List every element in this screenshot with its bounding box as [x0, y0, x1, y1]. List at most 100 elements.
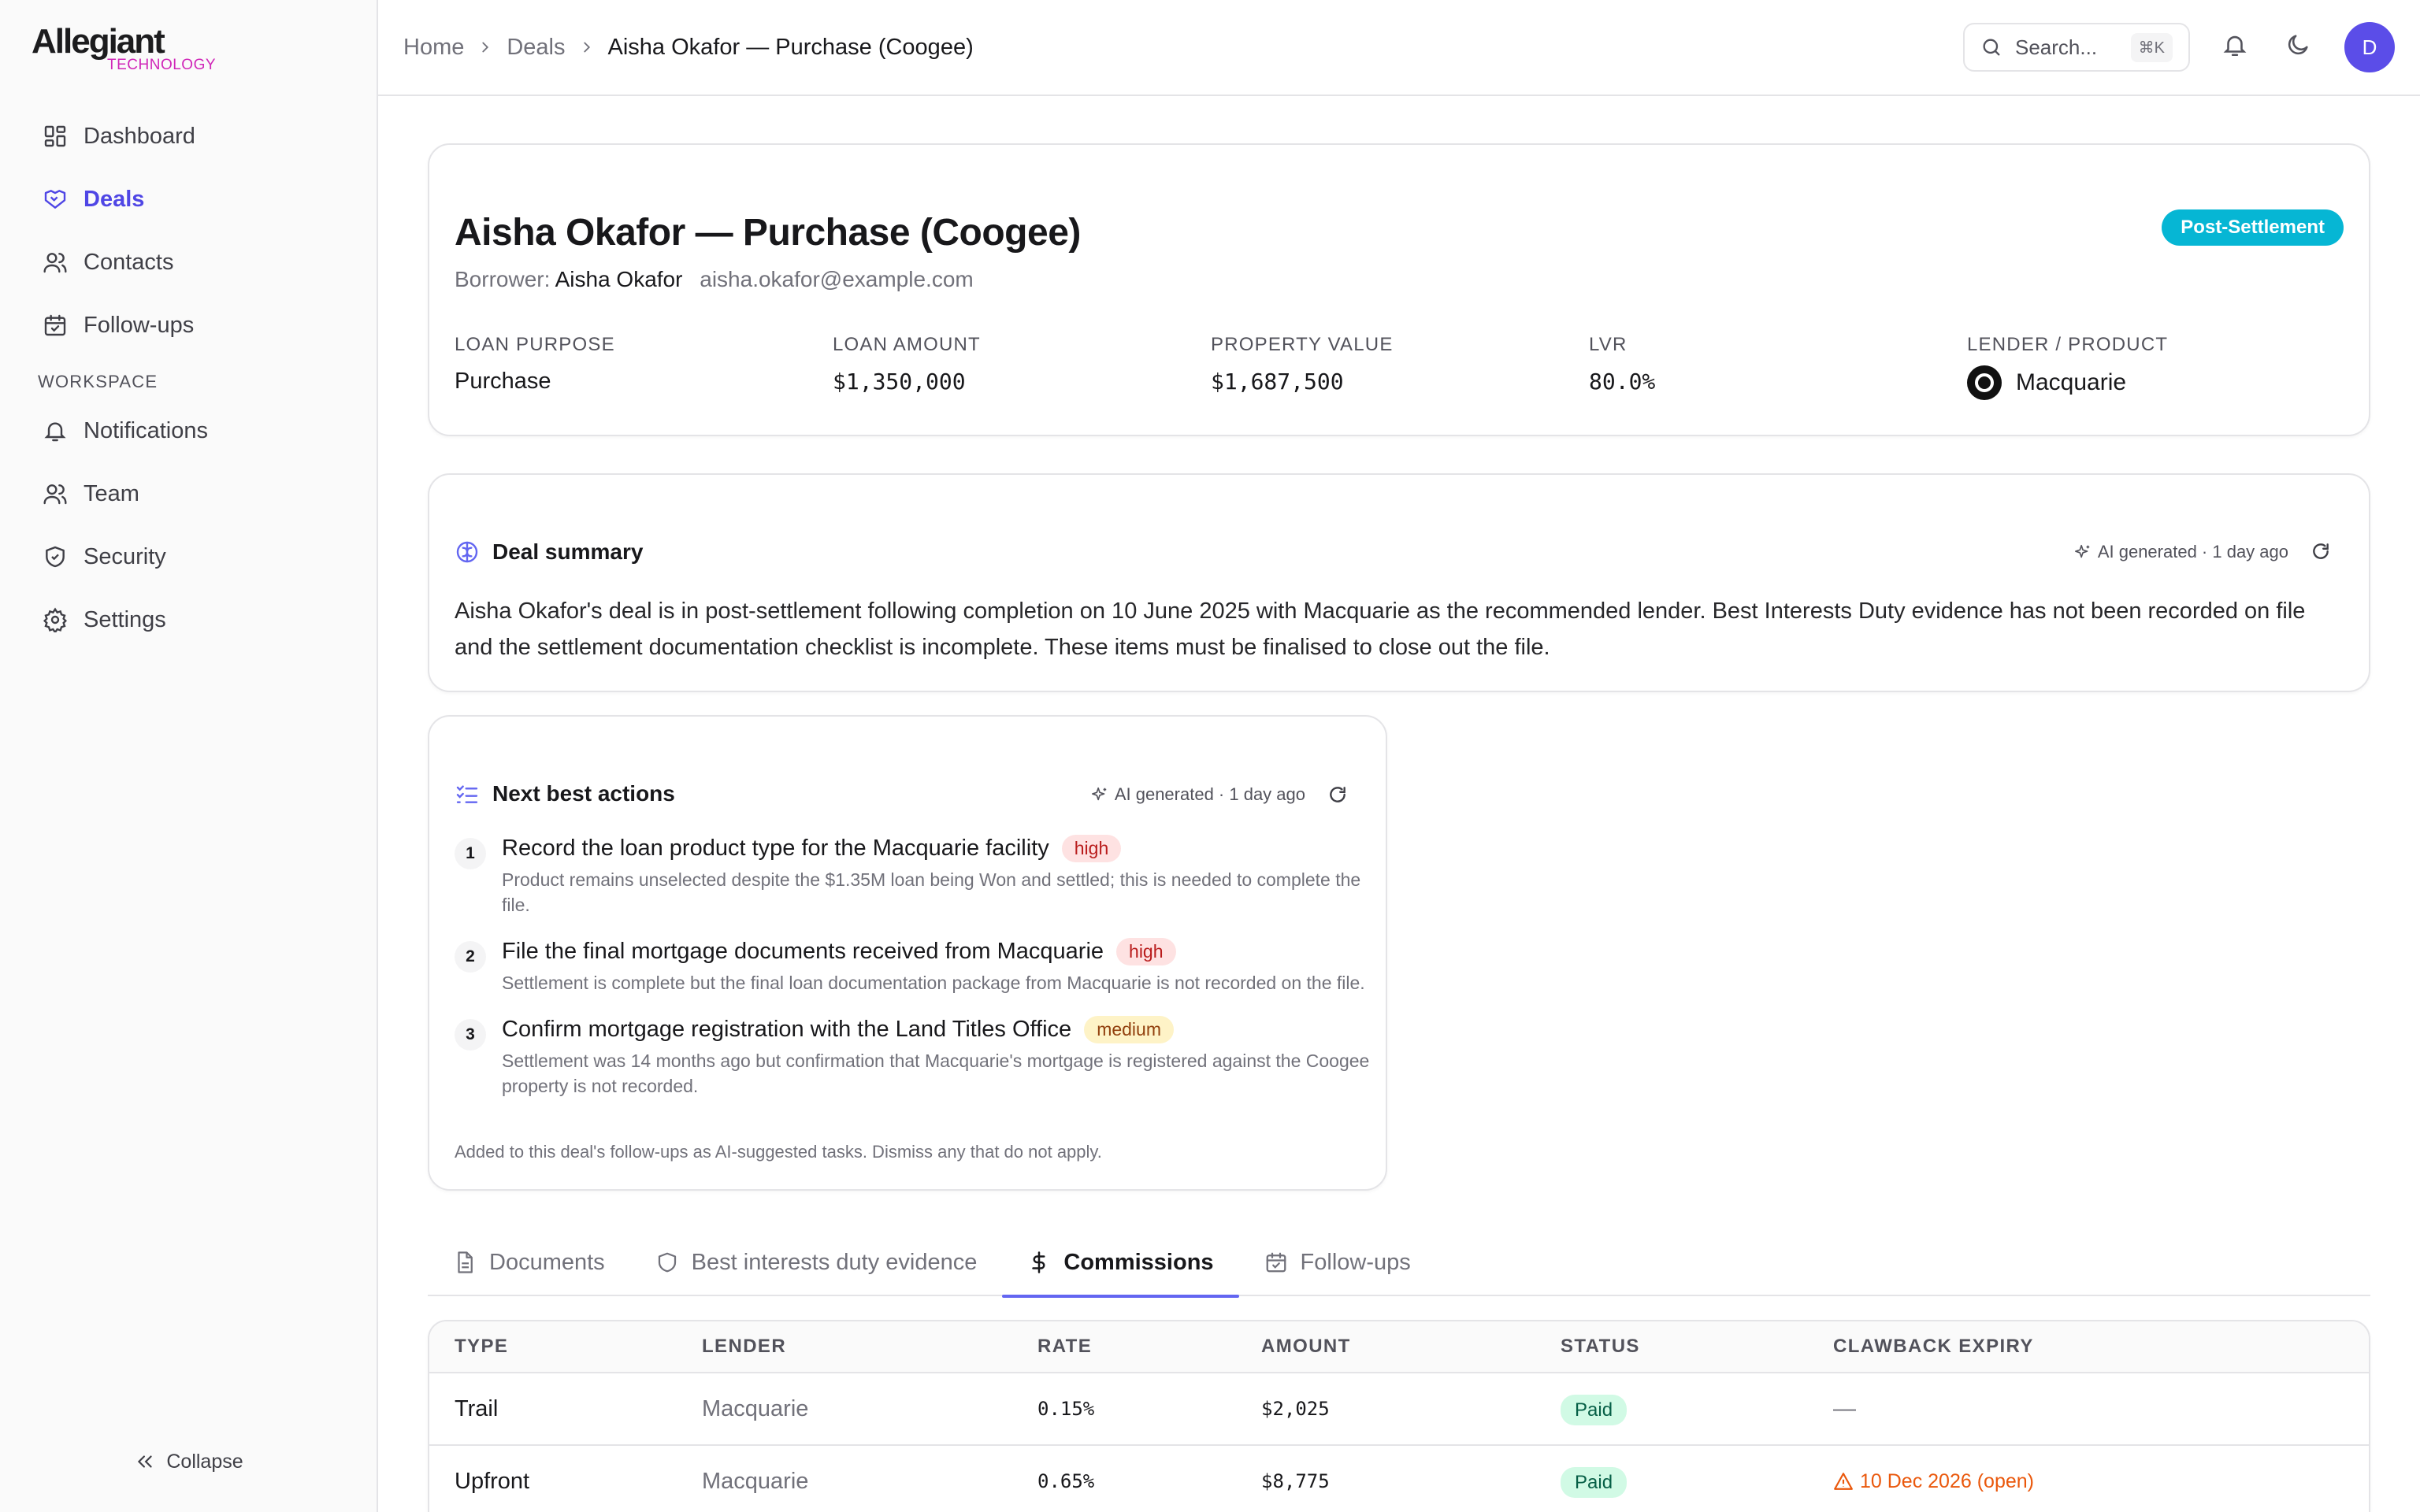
list-item[interactable]: 1 Record the loan product type for the M… — [455, 835, 1368, 917]
nba-heading: Next best actions — [455, 781, 675, 806]
topbar-actions: Search... ⌘K D — [1963, 22, 2395, 72]
tab-documents[interactable]: Documents — [428, 1228, 630, 1296]
col-lender: LENDER — [702, 1336, 787, 1357]
sidebar-item-label: Team — [84, 480, 139, 506]
chevron-right-icon — [482, 42, 489, 53]
metric-property-value: PROPERTY VALUE $1,687,500 — [1211, 334, 1589, 400]
sidebar-item-label: Follow-ups — [84, 312, 195, 338]
summary-title: Deal summary — [492, 539, 644, 564]
ai-meta-text: AI generated · 1 day ago — [2097, 542, 2288, 561]
sidebar-item-deals[interactable]: Deals — [32, 173, 347, 225]
status-badge: Post-Settlement — [2162, 209, 2344, 246]
table-row[interactable]: Upfront Macquarie 0.65% $8,775 Paid 10 D… — [429, 1446, 2369, 1512]
list-item[interactable]: 3 Confirm mortgage registration with the… — [455, 1016, 1369, 1099]
refresh-icon[interactable] — [2311, 541, 2331, 561]
sidebar-item-label: Notifications — [84, 417, 208, 443]
sidebar-item-follow-ups[interactable]: Follow-ups — [32, 299, 347, 351]
chevrons-left-icon — [138, 1455, 153, 1468]
commissions-table: TYPE LENDER RATE AMOUNT STATUS CLAWBACK … — [428, 1320, 2370, 1512]
cell-amount: $8,775 — [1261, 1470, 1330, 1492]
metric-value: Purchase — [455, 369, 551, 394]
metric-label: LOAN AMOUNT — [833, 334, 981, 355]
sparkles-icon — [1091, 787, 1107, 801]
metric-label: LENDER / PRODUCT — [1967, 334, 2169, 355]
calendar-check-icon — [44, 314, 66, 336]
shield-icon — [46, 546, 65, 568]
logo-wordmark: Allegiant — [32, 22, 165, 61]
clawback-text: 10 Dec 2026 (open) — [1860, 1469, 2034, 1492]
search-input[interactable]: Search... ⌘K — [1963, 23, 2190, 72]
tab-best-interests-duty[interactable]: Best interests duty evidence — [630, 1228, 1003, 1296]
brain-icon — [456, 541, 478, 563]
sidebar-item-notifications[interactable]: Notifications — [32, 405, 347, 457]
col-clawback-expiry: CLAWBACK EXPIRY — [1833, 1336, 2034, 1357]
theme-toggle-button[interactable] — [2285, 32, 2316, 63]
sidebar: Allegiant TECHNOLOGY Dashboard Deals Con… — [0, 0, 378, 1512]
status-badge: Paid — [1561, 1466, 1628, 1498]
workspace-section-label: WORKSPACE — [38, 372, 158, 391]
sidebar-item-settings[interactable]: Settings — [32, 594, 347, 646]
logo-tagline: TECHNOLOGY — [107, 57, 217, 73]
cell-clawback: — — [1833, 1395, 1856, 1421]
contacts-icon — [43, 253, 67, 273]
tab-follow-ups[interactable]: Follow-ups — [1239, 1228, 1436, 1296]
search-icon — [1983, 39, 2000, 56]
next-best-actions-card: Next best actions AI generated · 1 day a… — [428, 715, 1387, 1191]
sidebar-item-contacts[interactable]: Contacts — [32, 236, 347, 288]
cell-type: Trail — [455, 1395, 499, 1421]
cell-clawback: 10 Dec 2026 (open) — [1833, 1470, 2369, 1493]
summary-heading: Deal summary — [455, 539, 643, 565]
sidebar-item-team[interactable]: Team — [32, 468, 347, 520]
priority-badge: high — [1116, 938, 1176, 965]
refresh-icon[interactable] — [1327, 784, 1348, 805]
nba-item-title: Record the loan product type for the Mac… — [502, 835, 1384, 862]
nba-item-title: Confirm mortgage registration with the L… — [502, 1016, 1384, 1043]
metric-lvr: LVR 80.0% — [1589, 334, 1967, 400]
cell-type: Upfront — [455, 1468, 530, 1494]
col-rate: RATE — [1037, 1336, 1093, 1357]
sidebar-item-label: Security — [84, 543, 166, 569]
breadcrumb-home[interactable]: Home — [403, 35, 464, 61]
dashboard-icon — [44, 125, 66, 147]
clawback-open-warning: 10 Dec 2026 (open) — [1833, 1470, 2369, 1493]
borrower-email[interactable]: aisha.okafor@example.com — [700, 267, 973, 291]
table-row[interactable]: Trail Macquarie 0.15% $2,025 Paid — — [429, 1373, 2369, 1446]
sidebar-item-dashboard[interactable]: Dashboard — [32, 110, 347, 162]
cell-amount: $2,025 — [1261, 1398, 1330, 1420]
logo[interactable]: Allegiant TECHNOLOGY — [32, 22, 216, 74]
nba-item-title-text: Record the loan product type for the Mac… — [502, 836, 1049, 861]
summary-text: Aisha Okafor's deal is in post-settlemen… — [455, 598, 2306, 660]
ai-meta-text: AI generated · 1 day ago — [1114, 784, 1305, 804]
bell-icon — [2223, 35, 2247, 57]
document-icon — [458, 1251, 473, 1273]
lender-name: Macquarie — [2016, 369, 2127, 395]
avatar[interactable]: D — [2344, 22, 2395, 72]
calendar-check-icon — [1266, 1252, 1286, 1273]
nba-item-body: Confirm mortgage registration with the L… — [502, 1016, 1384, 1099]
metric-value: $1,350,000 — [833, 369, 966, 395]
sidebar-item-security[interactable]: Security — [32, 531, 347, 583]
deal-header-card: Aisha Okafor — Purchase (Coogee) Post-Se… — [428, 143, 2370, 436]
list-item[interactable]: 2 File the final mortgage documents rece… — [455, 938, 1368, 995]
item-number: 3 — [455, 1019, 486, 1051]
nba-item-body: File the final mortgage documents receiv… — [502, 938, 1384, 995]
moon-icon — [2288, 35, 2308, 55]
cell-rate: 0.65% — [1037, 1470, 1095, 1492]
metric-loan-purpose: LOAN PURPOSE Purchase — [455, 334, 833, 400]
bell-icon — [44, 422, 66, 442]
sparkles-icon — [2074, 544, 2090, 558]
priority-badge: high — [1061, 835, 1122, 862]
nba-item-title-text: File the final mortgage documents receiv… — [502, 939, 1104, 964]
tab-commissions[interactable]: Commissions — [1002, 1228, 1239, 1298]
status-badge: Paid — [1561, 1394, 1628, 1425]
breadcrumb: Home Deals Aisha Okafor — Purchase (Coog… — [403, 35, 974, 61]
breadcrumb-deals[interactable]: Deals — [507, 35, 565, 61]
notifications-button[interactable] — [2221, 32, 2253, 63]
sidebar-item-label: Settings — [84, 606, 166, 632]
borrower-name[interactable]: Aisha Okafor — [555, 267, 683, 291]
collapse-button[interactable]: Collapse — [0, 1446, 378, 1477]
nba-item-title-text: Confirm mortgage registration with the L… — [502, 1017, 1072, 1042]
metric-label: LOAN PURPOSE — [455, 334, 615, 355]
gear-icon — [43, 607, 68, 632]
priority-badge: medium — [1084, 1016, 1174, 1043]
